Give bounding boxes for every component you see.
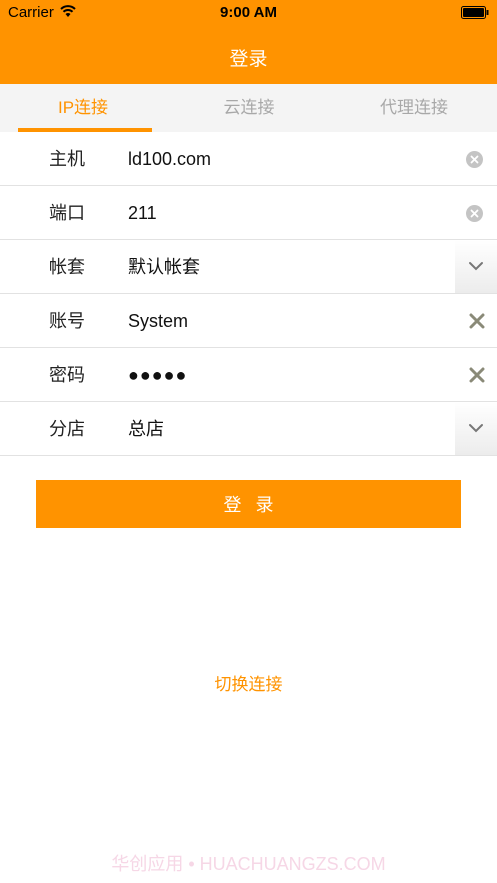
port-row: 端口 211 bbox=[0, 186, 497, 240]
clear-icon[interactable] bbox=[466, 205, 483, 222]
chevron-down-icon[interactable] bbox=[455, 240, 497, 293]
port-input[interactable]: 211 bbox=[128, 186, 157, 240]
username-input[interactable]: System bbox=[128, 294, 188, 348]
host-label: 主机 bbox=[49, 149, 85, 169]
switch-connection-link[interactable]: 切换连接 bbox=[0, 670, 497, 695]
watermark: 华创应用 • HUACHUANGZS.COM bbox=[111, 854, 386, 874]
branch-row: 分店 总店 bbox=[0, 402, 497, 456]
account-set-row: 帐套 默认帐套 bbox=[0, 240, 497, 294]
close-icon[interactable] bbox=[469, 313, 485, 329]
account-set-label: 帐套 bbox=[49, 257, 85, 277]
host-row: 主机 ld100.com bbox=[0, 132, 497, 186]
battery-icon bbox=[461, 6, 489, 19]
close-icon[interactable] bbox=[469, 367, 485, 383]
page-title: 登录 bbox=[229, 49, 268, 70]
login-form: 主机 ld100.com 端口 211 帐套 默认帐套 账号 System 密码… bbox=[0, 132, 497, 456]
clear-icon[interactable] bbox=[466, 151, 483, 168]
tab-cloud-connection[interactable]: 云连接 bbox=[166, 84, 332, 132]
password-row: 密码 ●●●●● bbox=[0, 348, 497, 402]
clock: 9:00 AM bbox=[220, 4, 277, 21]
host-input[interactable]: ld100.com bbox=[128, 132, 211, 186]
account-set-select[interactable]: 默认帐套 bbox=[128, 240, 200, 294]
status-bar: Carrier 9:00 AM bbox=[0, 0, 497, 26]
login-button[interactable]: 登录 bbox=[36, 480, 461, 528]
password-input[interactable]: ●●●●● bbox=[128, 348, 187, 402]
connection-tabs: IP连接 云连接 代理连接 bbox=[0, 84, 497, 132]
username-label: 账号 bbox=[49, 311, 85, 331]
username-row: 账号 System bbox=[0, 294, 497, 348]
top-bar: Carrier 9:00 AM 登录 bbox=[0, 0, 497, 84]
chevron-down-icon[interactable] bbox=[455, 402, 497, 455]
tab-ip-connection[interactable]: IP连接 bbox=[0, 84, 166, 132]
port-label: 端口 bbox=[49, 203, 85, 223]
branch-select[interactable]: 总店 bbox=[128, 402, 164, 456]
password-label: 密码 bbox=[49, 365, 85, 385]
tab-proxy-connection[interactable]: 代理连接 bbox=[331, 84, 497, 132]
branch-label: 分店 bbox=[49, 419, 85, 439]
